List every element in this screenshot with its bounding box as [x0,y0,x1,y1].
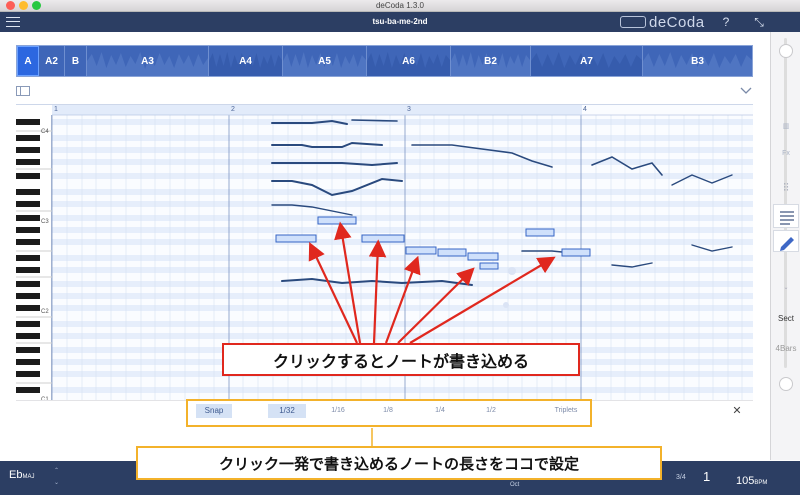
section-a5[interactable]: A5 [283,46,367,76]
loop-slider-handle[interactable] [779,377,793,391]
fx-button[interactable]: Fx [771,150,800,157]
octave-label: Oct [510,482,520,488]
tempo-display[interactable]: 105BPM [736,471,767,489]
pencil-tool-button[interactable] [773,230,799,252]
section-b2[interactable]: B2 [451,46,531,76]
section-a3[interactable]: A3 [87,46,209,76]
list-icon [780,211,794,225]
close-note-length-button[interactable]: ✕ [730,404,744,418]
eq-icon[interactable]: ▥ [771,122,800,130]
chevron-down-small-icon[interactable]: ⌄ [771,284,800,292]
four-bars-loop-button[interactable]: 4Bars [771,344,800,353]
bar-position: 1 [703,469,711,484]
annotation-click-note: クリックするとノートが書き込める [222,343,580,376]
key-down-icon[interactable]: ⌄ [54,479,59,486]
section-bar: A A2 B A3 A4 A5 A6 B2 A7 B3 [16,45,753,77]
section-a6[interactable]: A6 [367,46,451,76]
section-a4[interactable]: A4 [209,46,283,76]
pencil-icon [780,237,794,251]
note-list-button[interactable] [773,204,799,228]
section-b3[interactable]: B3 [643,46,752,76]
zoom-slider-handle[interactable] [779,44,793,58]
pitch-wave-icon[interactable]: ⫶⫶ [771,182,800,195]
annotation-note-length: クリック一発で書き込めるノートの長さをココで設定 [136,446,662,480]
key-signature[interactable]: EbMAJ [9,469,34,481]
time-signature[interactable]: 3/4 [676,474,686,481]
annotation-highlight-box [186,399,592,427]
right-panel: ▥ Fx ⫶⫶ ⌄ Sect 4Bars [770,32,800,460]
section-a7[interactable]: A7 [531,46,643,76]
section-loop-button[interactable]: Sect [771,314,800,323]
key-up-icon[interactable]: ⌃ [54,467,59,474]
